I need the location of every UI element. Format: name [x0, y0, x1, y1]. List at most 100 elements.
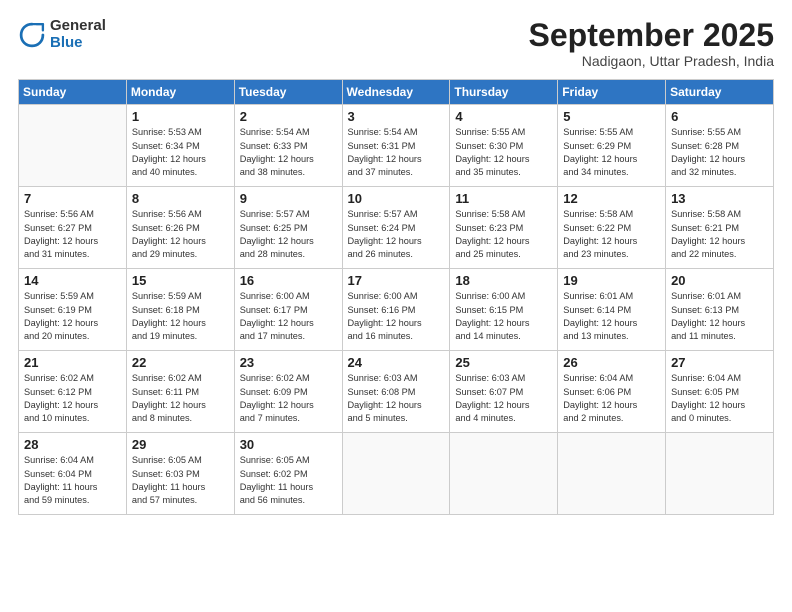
day-info: Sunrise: 6:00 AM Sunset: 6:17 PM Dayligh…: [240, 290, 338, 343]
day-info: Sunrise: 6:01 AM Sunset: 6:14 PM Dayligh…: [563, 290, 661, 343]
location-subtitle: Nadigaon, Uttar Pradesh, India: [529, 53, 774, 69]
day-info: Sunrise: 6:04 AM Sunset: 6:05 PM Dayligh…: [671, 372, 769, 425]
day-number: 14: [24, 273, 122, 288]
day-info: Sunrise: 6:02 AM Sunset: 6:11 PM Dayligh…: [132, 372, 230, 425]
calendar-cell: 26 Sunrise: 6:04 AM Sunset: 6:06 PM Dayli…: [558, 351, 666, 433]
calendar-cell: 16 Sunrise: 6:00 AM Sunset: 6:17 PM Dayli…: [234, 269, 342, 351]
calendar-cell: [19, 105, 127, 187]
day-info: Sunrise: 6:02 AM Sunset: 6:12 PM Dayligh…: [24, 372, 122, 425]
calendar-cell: 11 Sunrise: 5:58 AM Sunset: 6:23 PM Dayli…: [450, 187, 558, 269]
calendar-cell: [558, 433, 666, 515]
day-number: 25: [455, 355, 553, 370]
calendar-cell: [666, 433, 774, 515]
calendar-col-tuesday: Tuesday: [234, 80, 342, 105]
calendar-cell: 5 Sunrise: 5:55 AM Sunset: 6:29 PM Daylig…: [558, 105, 666, 187]
logo: General Blue: [18, 18, 106, 51]
day-number: 17: [348, 273, 446, 288]
day-info: Sunrise: 6:02 AM Sunset: 6:09 PM Dayligh…: [240, 372, 338, 425]
day-info: Sunrise: 6:05 AM Sunset: 6:02 PM Dayligh…: [240, 454, 338, 507]
calendar-cell: 28 Sunrise: 6:04 AM Sunset: 6:04 PM Dayli…: [19, 433, 127, 515]
calendar-cell: 6 Sunrise: 5:55 AM Sunset: 6:28 PM Daylig…: [666, 105, 774, 187]
day-number: 23: [240, 355, 338, 370]
logo-blue: Blue: [50, 35, 106, 52]
day-info: Sunrise: 6:04 AM Sunset: 6:04 PM Dayligh…: [24, 454, 122, 507]
calendar-cell: 2 Sunrise: 5:54 AM Sunset: 6:33 PM Daylig…: [234, 105, 342, 187]
day-info: Sunrise: 6:04 AM Sunset: 6:06 PM Dayligh…: [563, 372, 661, 425]
day-info: Sunrise: 6:00 AM Sunset: 6:16 PM Dayligh…: [348, 290, 446, 343]
day-number: 12: [563, 191, 661, 206]
calendar-cell: 23 Sunrise: 6:02 AM Sunset: 6:09 PM Dayli…: [234, 351, 342, 433]
day-info: Sunrise: 5:58 AM Sunset: 6:21 PM Dayligh…: [671, 208, 769, 261]
day-number: 5: [563, 109, 661, 124]
calendar-cell: 9Sunrise: 5:57 AM Sunset: 6:25 PM Daylig…: [234, 187, 342, 269]
calendar-col-saturday: Saturday: [666, 80, 774, 105]
calendar-col-sunday: Sunday: [19, 80, 127, 105]
calendar-col-wednesday: Wednesday: [342, 80, 450, 105]
day-number: 16: [240, 273, 338, 288]
day-info: Sunrise: 5:59 AM Sunset: 6:19 PM Dayligh…: [24, 290, 122, 343]
calendar-cell: 1 Sunrise: 5:53 AM Sunset: 6:34 PM Daylig…: [126, 105, 234, 187]
calendar-week-3: 14 Sunrise: 5:59 AM Sunset: 6:19 PM Dayli…: [19, 269, 774, 351]
day-info: Sunrise: 5:55 AM Sunset: 6:29 PM Dayligh…: [563, 126, 661, 179]
calendar-col-friday: Friday: [558, 80, 666, 105]
day-info: Sunrise: 6:03 AM Sunset: 6:07 PM Dayligh…: [455, 372, 553, 425]
day-number: 18: [455, 273, 553, 288]
calendar-cell: 25 Sunrise: 6:03 AM Sunset: 6:07 PM Dayli…: [450, 351, 558, 433]
calendar-cell: 8Sunrise: 5:56 AM Sunset: 6:26 PM Daylig…: [126, 187, 234, 269]
month-title: September 2025: [529, 18, 774, 53]
calendar-cell: 30Sunrise: 6:05 AM Sunset: 6:02 PM Dayli…: [234, 433, 342, 515]
day-info: Sunrise: 5:54 AM Sunset: 6:33 PM Dayligh…: [240, 126, 338, 179]
day-info: Sunrise: 5:53 AM Sunset: 6:34 PM Dayligh…: [132, 126, 230, 179]
day-info: Sunrise: 6:00 AM Sunset: 6:15 PM Dayligh…: [455, 290, 553, 343]
day-number: 26: [563, 355, 661, 370]
calendar-cell: 14 Sunrise: 5:59 AM Sunset: 6:19 PM Dayli…: [19, 269, 127, 351]
day-number: 15: [132, 273, 230, 288]
calendar-cell: 7Sunrise: 5:56 AM Sunset: 6:27 PM Daylig…: [19, 187, 127, 269]
calendar-col-monday: Monday: [126, 80, 234, 105]
day-info: Sunrise: 5:58 AM Sunset: 6:22 PM Dayligh…: [563, 208, 661, 261]
day-number: 6: [671, 109, 769, 124]
day-info: Sunrise: 5:58 AM Sunset: 6:23 PM Dayligh…: [455, 208, 553, 261]
calendar-col-thursday: Thursday: [450, 80, 558, 105]
calendar-cell: 19 Sunrise: 6:01 AM Sunset: 6:14 PM Dayli…: [558, 269, 666, 351]
day-info: Sunrise: 5:59 AM Sunset: 6:18 PM Dayligh…: [132, 290, 230, 343]
calendar-cell: 13 Sunrise: 5:58 AM Sunset: 6:21 PM Dayli…: [666, 187, 774, 269]
day-number: 21: [24, 355, 122, 370]
day-number: 4: [455, 109, 553, 124]
calendar-cell: [342, 433, 450, 515]
calendar-cell: [450, 433, 558, 515]
header: General Blue September 2025 Nadigaon, Ut…: [18, 18, 774, 69]
calendar-week-5: 28 Sunrise: 6:04 AM Sunset: 6:04 PM Dayli…: [19, 433, 774, 515]
calendar-cell: 24Sunrise: 6:03 AM Sunset: 6:08 PM Dayli…: [342, 351, 450, 433]
calendar-cell: 18 Sunrise: 6:00 AM Sunset: 6:15 PM Dayli…: [450, 269, 558, 351]
day-number: 11: [455, 191, 553, 206]
calendar-week-1: 1 Sunrise: 5:53 AM Sunset: 6:34 PM Daylig…: [19, 105, 774, 187]
day-info: Sunrise: 6:03 AM Sunset: 6:08 PM Dayligh…: [348, 372, 446, 425]
day-number: 1: [132, 109, 230, 124]
day-info: Sunrise: 5:55 AM Sunset: 6:30 PM Dayligh…: [455, 126, 553, 179]
calendar-header-row: SundayMondayTuesdayWednesdayThursdayFrid…: [19, 80, 774, 105]
day-number: 7: [24, 191, 122, 206]
day-number: 22: [132, 355, 230, 370]
day-number: 29: [132, 437, 230, 452]
calendar-cell: 15 Sunrise: 5:59 AM Sunset: 6:18 PM Dayli…: [126, 269, 234, 351]
day-number: 28: [24, 437, 122, 452]
day-number: 9: [240, 191, 338, 206]
logo-general: General: [50, 18, 106, 35]
logo-icon: [18, 21, 46, 49]
day-number: 2: [240, 109, 338, 124]
title-block: September 2025 Nadigaon, Uttar Pradesh, …: [529, 18, 774, 69]
day-number: 10: [348, 191, 446, 206]
day-info: Sunrise: 5:56 AM Sunset: 6:26 PM Dayligh…: [132, 208, 230, 261]
day-number: 13: [671, 191, 769, 206]
day-number: 27: [671, 355, 769, 370]
day-number: 19: [563, 273, 661, 288]
calendar-cell: 3Sunrise: 5:54 AM Sunset: 6:31 PM Daylig…: [342, 105, 450, 187]
calendar-week-2: 7Sunrise: 5:56 AM Sunset: 6:27 PM Daylig…: [19, 187, 774, 269]
day-info: Sunrise: 6:05 AM Sunset: 6:03 PM Dayligh…: [132, 454, 230, 507]
day-number: 20: [671, 273, 769, 288]
calendar-cell: 4 Sunrise: 5:55 AM Sunset: 6:30 PM Daylig…: [450, 105, 558, 187]
calendar-cell: 27 Sunrise: 6:04 AM Sunset: 6:05 PM Dayli…: [666, 351, 774, 433]
day-info: Sunrise: 5:55 AM Sunset: 6:28 PM Dayligh…: [671, 126, 769, 179]
calendar-cell: 29 Sunrise: 6:05 AM Sunset: 6:03 PM Dayli…: [126, 433, 234, 515]
